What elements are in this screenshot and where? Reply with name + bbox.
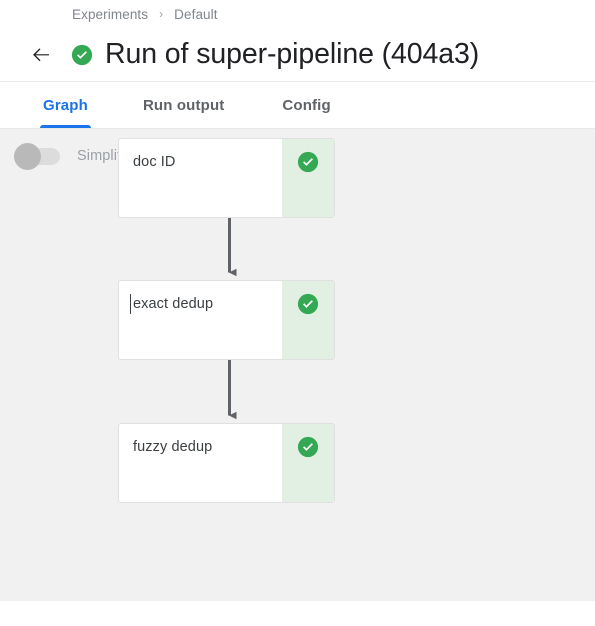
back-button[interactable] [24, 38, 58, 72]
breadcrumb-item-experiments[interactable]: Experiments [72, 7, 148, 22]
graph-node-status [282, 281, 334, 359]
graph-node[interactable]: fuzzy dedup [118, 423, 335, 503]
graph-node-label: fuzzy dedup [133, 439, 213, 455]
breadcrumb-separator-icon: › [159, 7, 164, 21]
tab-bar: Graph Run output Config [0, 82, 595, 129]
graph-node[interactable]: doc ID [118, 138, 335, 218]
tab-config[interactable]: Config [265, 82, 347, 128]
check-circle-icon [297, 151, 319, 178]
graph-node-status [282, 139, 334, 217]
pipeline-graph[interactable]: doc ID exact dedup fuzzy dedup [0, 129, 595, 601]
graph-canvas-area: Simplify Graph doc ID [0, 129, 595, 601]
page-header: Run of super-pipeline (404a3) [0, 28, 595, 82]
check-circle-icon [297, 293, 319, 320]
arrow-left-icon [29, 43, 53, 67]
check-circle-icon [297, 436, 319, 463]
graph-node[interactable]: exact dedup [118, 280, 335, 360]
graph-node-body: exact dedup [119, 281, 282, 359]
check-circle-icon [71, 44, 93, 66]
graph-node-label: exact dedup [129, 294, 214, 314]
graph-node-status [282, 424, 334, 502]
tab-run-output[interactable]: Run output [126, 82, 241, 128]
graph-node-body: fuzzy dedup [119, 424, 282, 502]
graph-node-label: doc ID [133, 154, 176, 170]
breadcrumb-item-default[interactable]: Default [174, 7, 217, 22]
run-status-badge [71, 44, 93, 66]
page-title: Run of super-pipeline (404a3) [105, 38, 480, 71]
breadcrumb: Experiments › Default [0, 0, 595, 28]
graph-node-body: doc ID [119, 139, 282, 217]
tab-graph[interactable]: Graph [26, 82, 105, 128]
